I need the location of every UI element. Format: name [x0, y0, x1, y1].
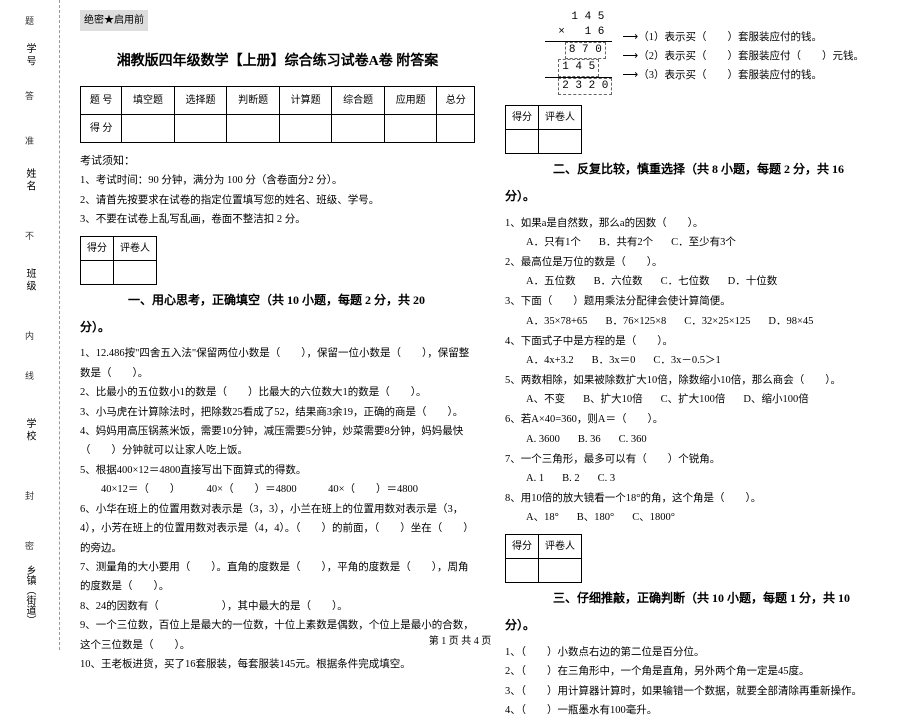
margin-school: 学 校	[22, 418, 37, 441]
calc-p1: 8 7 0	[545, 42, 612, 59]
s1-q9: 9、一个三位数，百位上是最大的一位数，十位上素数是偶数，个位上是最小的合数，这个…	[80, 616, 475, 655]
margin-class: 班 级	[22, 268, 37, 291]
s2-q7: 7、一个三角形，最多可以有（ ）个锐角。	[505, 450, 900, 469]
s3-q3: 3、（ ）用计算器计算时，如果输错一个数据，就要全部清除再重新操作。	[505, 682, 900, 701]
margin-cut: 封	[23, 491, 36, 500]
th-judge: 判断题	[227, 86, 280, 114]
section2-score-box: 得分评卷人	[505, 105, 582, 154]
s1-q5: 5、根据400×12＝4800直接写出下面算式的得数。	[80, 461, 475, 480]
section1-tail: 分）。	[80, 316, 475, 339]
calc-l1: 1 4 5	[545, 10, 612, 25]
right-column: 1 4 5 × 1 6 8 7 0 1 4 5 2 3 2 0 ⟶（1）表示买（…	[490, 10, 915, 640]
s2-q1: 1、如果a是自然数，那么a的因数（ ）。	[505, 214, 900, 233]
calc-p3: 2 3 2 0	[545, 78, 612, 95]
page-footer: 第 1 页 共 4 页	[429, 632, 492, 647]
section1-score-box: 得分评卷人	[80, 236, 157, 285]
s1-q6: 6、小华在班上的位置用数对表示是（3，3），小兰在班上的位置用数对表示是（3，4…	[80, 500, 475, 558]
th-num: 题 号	[81, 86, 122, 114]
s1-q2: 2、比最小的五位数小1的数是（ ）比最大的六位数大1的数是（ ）。	[80, 383, 475, 402]
notice-1: 1、考试时间：90 分钟，满分为 100 分（含卷面分2 分）。	[80, 171, 475, 190]
th-app: 应用题	[384, 86, 437, 114]
notice-3: 3、不要在试卷上乱写乱画，卷面不整洁扣 2 分。	[80, 210, 475, 229]
tr-score: 得 分	[81, 114, 122, 142]
arrow-icon: ⟶	[622, 50, 638, 62]
margin-line: 线	[23, 371, 36, 380]
arrow-icon: ⟶	[622, 31, 638, 43]
s1-q1: 1、12.486按"四舍五入法"保留两位小数是（ ），保留一位小数是（ ），保留…	[80, 344, 475, 383]
th-calc: 计算题	[279, 86, 332, 114]
margin-township: 乡镇（街道）	[22, 565, 37, 625]
content-area: 绝密★启用前 湘教版四年级数学【上册】综合练习试卷A卷 附答案 题 号 填空题 …	[60, 0, 920, 650]
s2-q5: 5、两数相除，如果被除数扩大10倍，除数缩小10倍，那么商会（ ）。	[505, 371, 900, 390]
margin-ti: 题	[23, 16, 36, 25]
section3-title: 三、仔细推敲，正确判断（共 10 小题，每题 1 分，共 10	[505, 587, 900, 610]
margin-name: 姓 名	[22, 168, 37, 191]
s3-q1: 1、（ ）小数点右边的第二位是百分位。	[505, 643, 900, 662]
th-total: 总分	[437, 86, 475, 114]
left-column: 绝密★启用前 湘教版四年级数学【上册】综合练习试卷A卷 附答案 题 号 填空题 …	[65, 10, 490, 640]
th-choice: 选择题	[174, 86, 227, 114]
arrow-icon: ⟶	[622, 69, 638, 81]
s1-q4: 4、妈妈用高压锅蒸米饭，需要10分钟，减压需要5分钟，炒菜需要8分钟，妈妈最快（…	[80, 422, 475, 461]
s2-q6: 6、若A×40=360，则A＝（ ）。	[505, 410, 900, 429]
s1-q7: 7、测量角的大小要用（ ）。直角的度数是（ ），平角的度数是（ ），周角的度数是…	[80, 558, 475, 597]
calc-p2: 1 4 5	[545, 59, 612, 77]
notice-2: 2、请首先按要求在试卷的指定位置填写您的姓名、班级、学号。	[80, 191, 475, 210]
calc-note1: ⟶（1）表示买（ ）套服装应付的钱。	[622, 28, 864, 47]
score-summary-table: 题 号 填空题 选择题 判断题 计算题 综合题 应用题 总分 得 分	[80, 86, 475, 143]
margin-id: 学 号	[22, 43, 37, 66]
vertical-calc: 1 4 5 × 1 6 8 7 0 1 4 5 2 3 2 0 ⟶（1）表示买（…	[505, 10, 900, 99]
s2-q2: 2、最高位是万位的数是（ ）。	[505, 253, 900, 272]
binding-margin: 乡镇（街道） 密 封 学 校 线 内 班 级 不 姓 名 准 答 学 号 题	[0, 0, 60, 650]
th-fill: 填空题	[122, 86, 175, 114]
s3-q2: 2、（ ）在三角形中，一个角是直角，另外两个角一定是45度。	[505, 662, 900, 681]
calc-note3: ⟶（3）表示买（ ）套服装应付的钱。	[622, 66, 864, 85]
section2-tail: 分）。	[505, 185, 900, 208]
margin-inside: 内	[23, 331, 36, 340]
section2-title: 二、反复比较，慎重选择（共 8 小题，每题 2 分，共 16	[505, 158, 900, 181]
section3-tail: 分）。	[505, 614, 900, 637]
calc-l2: × 1 6	[545, 25, 612, 41]
s1-q3: 3、小马虎在计算除法时，把除数25看成了52，结果商3余19，正确的商是（ ）。	[80, 403, 475, 422]
margin-no: 不	[23, 231, 36, 240]
s2-q3: 3、下面（ ）题用乘法分配律会使计算简便。	[505, 292, 900, 311]
notice-heading: 考试须知：	[80, 151, 475, 172]
margin-seal: 密	[23, 541, 36, 550]
s1-q5b: 40×12＝（ ） 40×（ ）＝4800 40×（ ）＝4800	[80, 480, 475, 499]
s2-q4: 4、下面式子中是方程的是（ ）。	[505, 332, 900, 351]
margin-answer: 答	[23, 91, 36, 100]
calc-note2: ⟶（2）表示买（ ）套服装应付（ ）元钱。	[622, 47, 864, 66]
secret-label: 绝密★启用前	[80, 10, 148, 31]
s2-q8: 8、用10倍的放大镜看一个18°的角，这个角是（ ）。	[505, 489, 900, 508]
margin-zhun: 准	[23, 136, 36, 145]
section1-title: 一、用心思考，正确填空（共 10 小题，每题 2 分，共 20	[80, 289, 475, 312]
s1-q10: 10、王老板进货，买了16套服装，每套服装145元。根据条件完成填空。	[80, 655, 475, 674]
s3-q4: 4、（ ）一瓶墨水有100毫升。	[505, 701, 900, 720]
exam-title: 湘教版四年级数学【上册】综合练习试卷A卷 附答案	[80, 49, 475, 76]
th-comp: 综合题	[332, 86, 385, 114]
s1-q8: 8、24的因数有（ ），其中最大的是（ ）。	[80, 597, 475, 616]
section3-score-box: 得分评卷人	[505, 534, 582, 583]
